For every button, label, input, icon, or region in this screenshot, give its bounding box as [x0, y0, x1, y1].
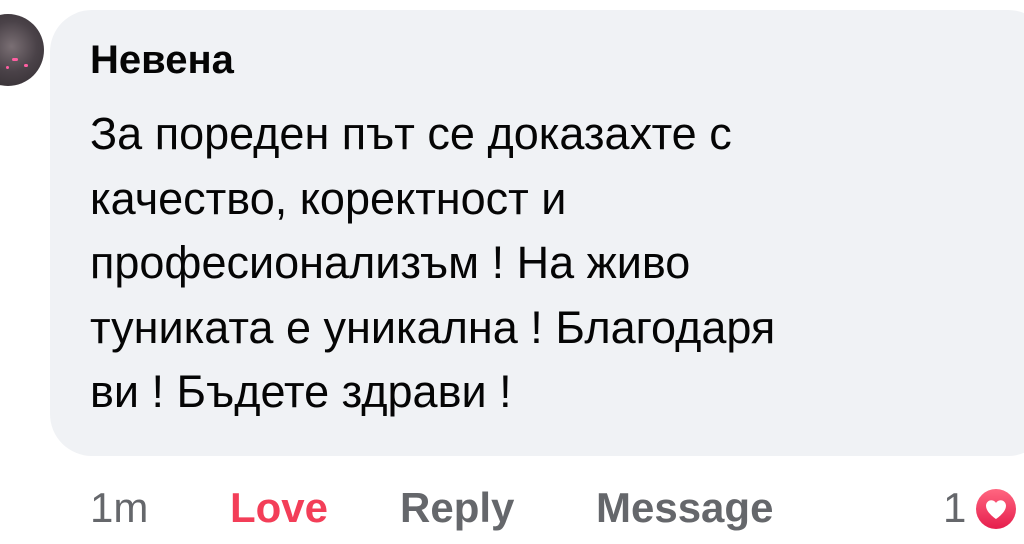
avatar[interactable]	[0, 14, 44, 86]
comment-author[interactable]: Невена	[90, 36, 234, 84]
comment-text-line: ви ! Бъдете здрави !	[90, 366, 512, 417]
comment-text-line: качество, коректност и	[90, 172, 567, 224]
comment-text-line: професионализъм ! На живо	[90, 237, 691, 288]
comment-timestamp[interactable]: 1m	[90, 480, 148, 536]
comment-text-line: За пореден път се доказахте с	[90, 108, 732, 159]
reply-button[interactable]: Reply	[400, 480, 514, 536]
comment: Невена За пореден път се доказахте с кач…	[0, 0, 1024, 544]
reaction-summary[interactable]	[973, 486, 1019, 532]
comment-text-line: туниката е уникална ! Благодаря	[90, 301, 776, 353]
reaction-count[interactable]: 1	[943, 480, 966, 536]
comment-actions: 1m Love Reply Message 1	[0, 480, 1024, 540]
comment-text: За пореден път се доказахте с качество, …	[90, 102, 990, 425]
love-reaction-button[interactable]: Love	[230, 480, 328, 536]
message-button[interactable]: Message	[596, 480, 773, 536]
heart-icon	[976, 489, 1016, 529]
